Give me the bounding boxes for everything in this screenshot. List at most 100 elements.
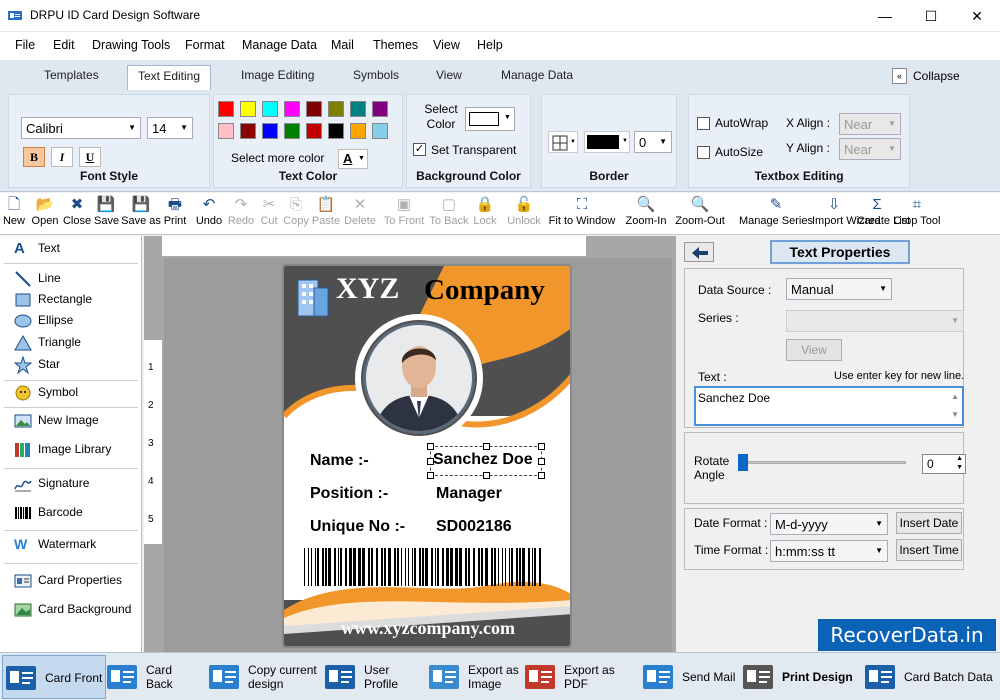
tab-text-editing[interactable]: Text Editing (127, 65, 212, 90)
close-window-button[interactable]: ✕ (954, 0, 1000, 32)
color-swatch[interactable] (284, 123, 300, 139)
menu-help[interactable]: Help (477, 38, 503, 52)
bottom-send-mail-button[interactable]: Send Mail (640, 655, 740, 699)
bottom-copy-current-design-button[interactable]: Copy current design (206, 655, 322, 699)
menu-themes[interactable]: Themes (373, 38, 418, 52)
time-format-select[interactable]: h:mm:ss tt ▼ (770, 540, 888, 562)
tool-new-image[interactable]: New Image (10, 412, 136, 432)
spin-down-icon[interactable]: ▼ (956, 464, 963, 471)
bottom-card-back-button[interactable]: Card Back (104, 655, 204, 699)
color-swatch[interactable] (350, 123, 366, 139)
toolbar-lock-button[interactable]: 🔒 Lock (470, 195, 500, 233)
toolbar-close-button[interactable]: ✖ Close (62, 195, 92, 233)
maximize-button[interactable]: ☐ (908, 0, 954, 32)
toolbar-to-front-button[interactable]: ▣ To Front (380, 195, 428, 233)
menu-manage-data[interactable]: Manage Data (242, 38, 317, 52)
toolbar-copy-button[interactable]: ⎘ Copy (281, 195, 311, 233)
unique-no-value[interactable]: SD002186 (436, 518, 512, 536)
spin-up-icon[interactable]: ▲ (956, 455, 963, 462)
resize-handle[interactable] (538, 472, 545, 479)
company-name-left[interactable]: XYZ (336, 272, 399, 306)
color-swatch[interactable] (262, 101, 278, 117)
resize-handle[interactable] (538, 458, 545, 465)
scroll-down-icon[interactable]: ▼ (951, 410, 959, 419)
toolbar-fit-to-window-button[interactable]: ⛶ Fit to Window (545, 195, 619, 233)
select-more-color[interactable]: Select more color (231, 151, 324, 165)
bold-button[interactable]: B (23, 147, 45, 167)
toolbar-redo-button[interactable]: ↷ Redo (226, 195, 256, 233)
menu-edit[interactable]: Edit (53, 38, 75, 52)
resize-handle[interactable] (538, 443, 545, 450)
resize-handle[interactable] (483, 443, 490, 450)
menu-drawing-tools[interactable]: Drawing Tools (92, 38, 170, 52)
company-name-right[interactable]: Company (424, 274, 545, 307)
name-label[interactable]: Name :- (310, 452, 369, 470)
color-swatch[interactable] (350, 101, 366, 117)
color-swatch[interactable] (262, 123, 278, 139)
color-swatch[interactable] (328, 101, 344, 117)
bottom-export-as-pdf-button[interactable]: Export as PDF (522, 655, 640, 699)
italic-button[interactable]: I (51, 147, 73, 167)
position-label[interactable]: Position :- (310, 485, 388, 503)
font-color-picker[interactable]: A ▼ (338, 149, 368, 169)
toolbar-cut-button[interactable]: ✂ Cut (256, 195, 282, 233)
tab-manage-data[interactable]: Manage Data (501, 68, 573, 82)
toolbar-open-button[interactable]: 📂 Open (30, 195, 60, 233)
toolbar-unlock-button[interactable]: 🔓 Unlock (504, 195, 544, 233)
data-source-select[interactable]: Manual ▼ (786, 278, 892, 300)
tool-line[interactable]: Line (10, 270, 136, 290)
tool-image-library[interactable]: Image Library (10, 441, 136, 461)
toolbar-print-button[interactable]: 🖶 Print (161, 195, 189, 233)
font-family-select[interactable]: Calibri ▼ (21, 117, 141, 139)
tab-symbols[interactable]: Symbols (353, 68, 399, 82)
id-card[interactable]: XYZ Company Name :- Sanchez Doe Position… (282, 264, 572, 648)
rotate-angle-input[interactable]: 0 ▲ ▼ (922, 454, 966, 474)
toolbar-save-button[interactable]: 💾 Save (94, 195, 119, 233)
rotate-slider-track[interactable] (740, 461, 906, 464)
resize-handle[interactable] (427, 472, 434, 479)
bottom-export-as-image-button[interactable]: Export as Image (426, 655, 522, 699)
autowrap-checkbox[interactable] (697, 117, 710, 130)
minimize-button[interactable]: — (862, 0, 908, 32)
tool-card-background[interactable]: Card Background (10, 601, 136, 621)
unique-no-label[interactable]: Unique No :- (310, 518, 405, 536)
tool-symbol[interactable]: Symbol (10, 384, 136, 404)
text-input[interactable]: Sanchez Doe ▲ ▼ (694, 386, 964, 426)
name-value[interactable]: Sanchez Doe (433, 451, 533, 469)
border-width-select[interactable]: 0 ▼ (634, 131, 672, 153)
insert-time-button[interactable]: Insert Time (896, 539, 962, 561)
tool-triangle[interactable]: Triangle (10, 334, 136, 354)
resize-handle[interactable] (483, 472, 490, 479)
back-button[interactable] (684, 242, 714, 262)
toolbar-crop-tool-button[interactable]: ⌗ Crop Tool (890, 195, 944, 233)
scroll-up-icon[interactable]: ▲ (951, 392, 959, 401)
color-swatch[interactable] (372, 101, 388, 117)
menu-file[interactable]: File (15, 38, 35, 52)
bottom-card-batch-data-button[interactable]: Card Batch Data (862, 655, 998, 699)
date-format-select[interactable]: M-d-yyyy ▼ (770, 513, 888, 535)
toolbar-manage-series-button[interactable]: ✎ Manage Series (734, 195, 818, 233)
series-select[interactable]: ▼ (786, 310, 964, 332)
resize-handle[interactable] (427, 443, 434, 450)
y-align-select[interactable]: Near ▼ (839, 138, 901, 160)
color-swatch[interactable] (284, 101, 300, 117)
insert-date-button[interactable]: Insert Date (896, 512, 962, 534)
autosize-checkbox[interactable] (697, 146, 710, 159)
selected-text-box[interactable]: Sanchez Doe (427, 443, 545, 479)
x-align-select[interactable]: Near ▼ (839, 113, 901, 135)
color-swatch[interactable] (372, 123, 388, 139)
menu-mail[interactable]: Mail (331, 38, 354, 52)
tab-view[interactable]: View (436, 68, 462, 82)
view-button[interactable]: View (786, 339, 842, 361)
card-barcode[interactable] (304, 548, 544, 586)
background-color-picker[interactable]: ▼ (465, 107, 515, 131)
border-color-picker[interactable]: ▼ (584, 131, 630, 153)
tool-rectangle[interactable]: Rectangle (10, 291, 136, 311)
tool-star[interactable]: Star (10, 356, 136, 376)
underline-button[interactable]: U (79, 147, 101, 167)
font-size-select[interactable]: 14 ▼ (147, 117, 193, 139)
tool-card-properties[interactable]: Card Properties (10, 572, 136, 592)
toolbar-import-wizard-button[interactable]: ⇩ Import Wizard (812, 195, 880, 233)
menu-view[interactable]: View (433, 38, 460, 52)
tool-text[interactable]: A Text (10, 240, 136, 260)
